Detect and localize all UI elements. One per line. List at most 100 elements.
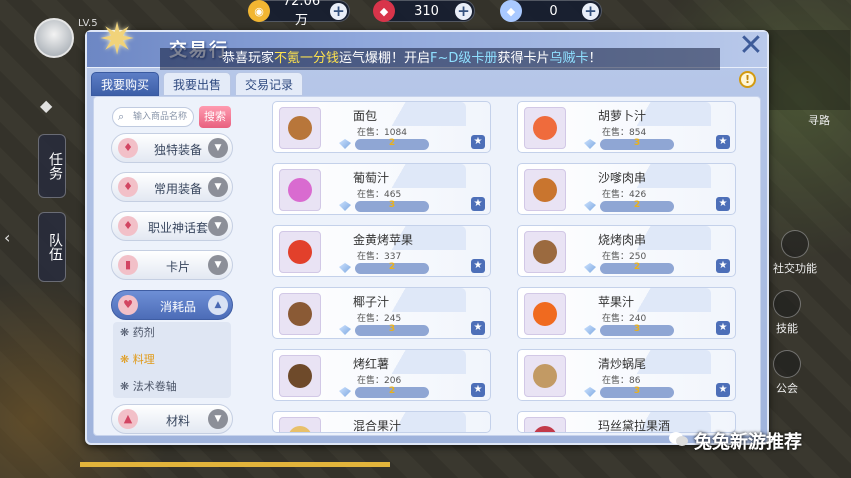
pathfind-button[interactable]: 寻路 <box>808 112 830 128</box>
back-diamond-icon[interactable]: ◆ <box>40 96 52 115</box>
add-crystal-button[interactable]: + <box>455 3 472 20</box>
bread-icon <box>288 116 312 140</box>
announcement-marquee: 恭喜玩家不氪一分钱运气爆棚！开启F~D级卡册获得卡片乌贼卡！ <box>160 48 720 70</box>
social-button[interactable]: 社交功能 <box>773 230 817 276</box>
item-thumbnail <box>524 417 566 432</box>
announce-prefix: 恭喜玩家 <box>222 51 275 66</box>
team-tab[interactable]: 队伍 <box>38 212 66 282</box>
minimap[interactable] <box>760 30 850 110</box>
tab-sell[interactable]: 我要出售 <box>163 72 231 96</box>
favorite-star-icon[interactable]: ★ <box>471 197 485 211</box>
exp-bar <box>80 462 390 467</box>
gem-price-icon <box>339 325 351 335</box>
item-card[interactable]: 金黄烤苹果在售：337 2 ★ <box>272 225 491 277</box>
item-name: 面包 <box>353 109 378 123</box>
item-name: 金黄烤苹果 <box>353 233 414 247</box>
announce-mid: 运气爆棚！开启 <box>339 51 431 66</box>
stock-prefix: 在售： <box>602 376 630 386</box>
satay-icon <box>533 178 557 202</box>
favorite-star-icon[interactable]: ★ <box>471 321 485 335</box>
item-name: 椰子汁 <box>353 295 390 309</box>
grape-juice-icon <box>288 178 312 202</box>
stock-value: 465 <box>384 190 402 200</box>
close-button[interactable]: ✕ <box>736 31 766 62</box>
item-card[interactable]: 葡萄汁 在售：465 3 ★ <box>272 163 491 215</box>
gem-price-icon <box>584 387 596 397</box>
favorite-star-icon[interactable]: ★ <box>716 383 730 397</box>
quest-tab[interactable]: 任务 <box>38 134 66 198</box>
guild-button[interactable]: 公会 <box>773 350 801 396</box>
blue-gem-icon: ◆ <box>500 0 522 22</box>
add-gold-button[interactable]: + <box>330 3 347 20</box>
item-card[interactable]: 苹果汁 在售：240 3 ★ <box>517 287 736 339</box>
skill-button[interactable]: 技能 <box>773 290 801 336</box>
search-button[interactable]: 搜索 <box>199 106 231 128</box>
gold-coin-icon: ◉ <box>248 0 270 22</box>
item-stock: 在售：337 <box>357 249 401 262</box>
search-input[interactable]: ⌕ 输入商品名称 <box>112 107 194 127</box>
item-thumbnail <box>279 355 321 397</box>
item-thumbnail <box>279 169 321 211</box>
item-card[interactable]: 椰子汁 在售：245 3 ★ <box>272 287 491 339</box>
subcategory-label: 法术卷轴 <box>132 380 177 393</box>
price-bar: 3 <box>355 324 429 336</box>
category-cards[interactable]: ▮ 卡片 ▼ <box>111 250 233 280</box>
item-price: 3 <box>633 324 641 334</box>
category-label: 卡片 <box>165 260 190 274</box>
add-gem-button[interactable]: + <box>582 3 599 20</box>
guild-icon <box>773 350 801 378</box>
item-thumbnail <box>279 231 321 273</box>
item-price: 3 <box>633 386 641 396</box>
category-common-equipment[interactable]: ♦ 常用装备 ▼ <box>111 172 233 202</box>
category-consumables[interactable]: ♥ 消耗品 ▲ <box>111 290 233 320</box>
item-card[interactable]: 清炒蜗尾 在售：86 3 ★ <box>517 349 736 401</box>
skill-icon <box>773 290 801 318</box>
price-bar: 3 <box>600 138 674 150</box>
item-name: 沙嗲肉串 <box>598 171 647 185</box>
favorite-star-icon[interactable]: ★ <box>716 259 730 273</box>
player-avatar[interactable] <box>34 18 74 58</box>
stock-prefix: 在售： <box>357 314 385 324</box>
favorite-star-icon[interactable]: ★ <box>471 135 485 149</box>
item-card[interactable]: 混合果汁 <box>272 411 491 433</box>
announce-mid2: 获得卡片 <box>497 51 550 66</box>
item-card[interactable]: 胡萝卜汁 在售：854 3 ★ <box>517 101 736 153</box>
category-class-myth-set[interactable]: ♦ 职业神话套 ▼ <box>111 211 233 241</box>
chevron-down-icon: ▼ <box>208 409 228 429</box>
subcategory-potion[interactable]: ❋ 药剂 <box>120 324 155 340</box>
item-name: 清炒蜗尾 <box>598 357 647 371</box>
item-stock: 在售：206 <box>357 373 401 386</box>
category-unique-equipment[interactable]: ♦ 独特装备 ▼ <box>111 133 233 163</box>
gem-price-icon <box>584 139 596 149</box>
item-name: 苹果汁 <box>598 295 635 309</box>
tab-buy[interactable]: 我要购买 <box>91 72 159 96</box>
info-icon[interactable]: ! <box>739 71 756 88</box>
favorite-star-icon[interactable]: ★ <box>716 321 730 335</box>
item-card[interactable]: 烤红薯 在售：206 2 ★ <box>272 349 491 401</box>
crystal-currency: ◆ 310 + <box>373 0 475 22</box>
item-card[interactable]: 面包 在售：1084 2 ★ <box>272 101 491 153</box>
subcategory-scroll[interactable]: ❋ 法术卷轴 <box>120 378 177 394</box>
stock-value: 206 <box>384 376 402 386</box>
item-thumbnail <box>524 231 566 273</box>
search-icon: ⌕ <box>118 110 125 123</box>
favorite-star-icon[interactable]: ★ <box>471 383 485 397</box>
card-icon: ▮ <box>118 255 138 275</box>
stock-value: 240 <box>629 314 647 324</box>
gem-price-icon <box>339 387 351 397</box>
item-price: 2 <box>388 262 396 272</box>
category-label: 材料 <box>165 414 190 428</box>
announce-card-name: 乌贼卡 <box>549 51 589 66</box>
favorite-star-icon[interactable]: ★ <box>471 259 485 273</box>
subcategory-cooking[interactable]: ❋ 料理 <box>120 351 155 367</box>
subcategory-label: 料理 <box>132 353 155 366</box>
category-materials[interactable]: ▲ 材料 ▼ <box>111 404 233 434</box>
gem-price-icon <box>584 263 596 273</box>
tab-history[interactable]: 交易记录 <box>235 72 303 96</box>
collapse-arrow-icon[interactable]: ‹ <box>4 228 10 247</box>
favorite-star-icon[interactable]: ★ <box>716 197 730 211</box>
item-card[interactable]: 沙嗲肉串 在售：426 2 ★ <box>517 163 736 215</box>
item-card[interactable]: 烧烤肉串 在售：250 2 ★ <box>517 225 736 277</box>
favorite-star-icon[interactable]: ★ <box>716 135 730 149</box>
gem-price-icon <box>339 139 351 149</box>
